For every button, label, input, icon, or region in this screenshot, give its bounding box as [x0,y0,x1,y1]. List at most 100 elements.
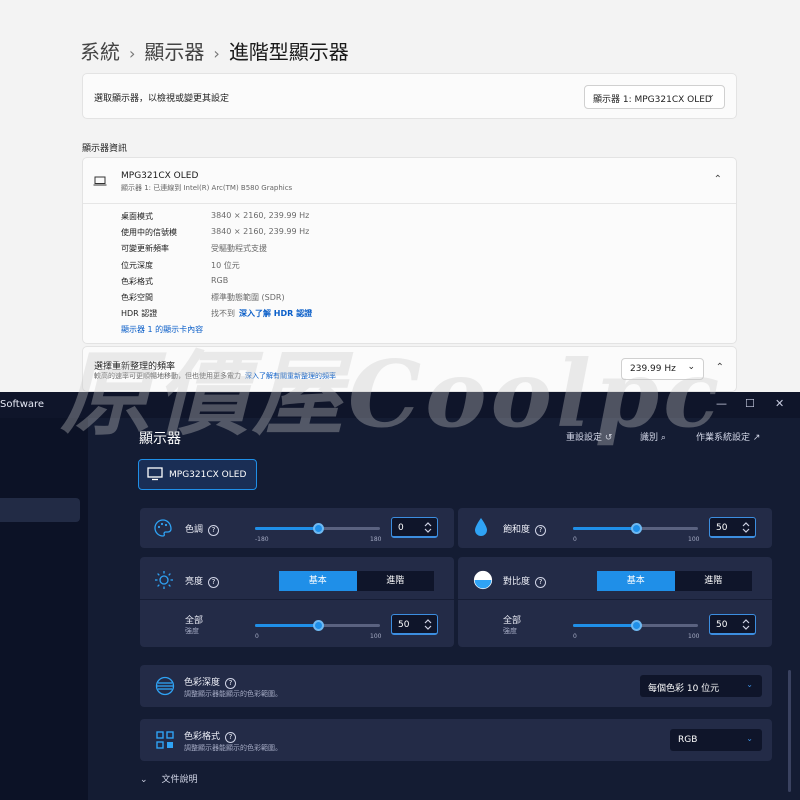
contrast-max: 100 [688,633,700,640]
search-icon: ⌕ [660,433,666,443]
brightness-slider-knob[interactable] [312,620,324,631]
monitor-select-button[interactable]: MPG321CX OLED [138,459,257,490]
info-value: 受驅動程式支援 [211,244,267,254]
help-icon[interactable]: ? [535,525,547,536]
info-value: 找不到 深入了解 HDR 認證 [211,308,312,324]
color-format-panel: 色彩格式? 調整顯示器能顯示的色彩範圍。 RGB ⌄ [140,719,772,761]
color-depth-icon [155,676,175,696]
color-depth-label-text: 色彩深度 [184,678,221,688]
help-icon[interactable]: ? [208,525,220,536]
info-value: 3840 × 2160, 239.99 Hz [211,227,310,237]
minimize-button[interactable]: — [716,397,727,410]
select-display-card: 選取顯示器，以檢視或變更其設定 顯示器 1: MPG321CX OLED ⌄ [82,73,737,119]
hdr-learn-more-link[interactable]: 深入了解 HDR 認證 [239,309,312,318]
spinner-icon[interactable] [423,521,433,534]
spinner-icon[interactable] [741,618,751,631]
reset-settings-button[interactable]: 重設設定 ↺ [566,430,612,443]
maximize-button[interactable]: ☐ [745,397,755,410]
scrollbar[interactable] [788,670,791,792]
saturation-value-input[interactable]: 50 [709,517,756,538]
refresh-rate-desc: 較高的速率可更順暢地移動，但也使用更多電力 深入了解有關重新整理的頻率 [94,371,336,381]
tab-advanced[interactable]: 進階 [674,571,752,591]
help-icon[interactable]: ? [225,678,237,689]
info-key: 可變更新頻率 [121,244,169,254]
select-display-label: 選取顯示器，以檢視或變更其設定 [94,94,230,104]
chevron-up-icon[interactable]: ⌃ [714,174,722,185]
monitor-name: MPG321CX OLED [169,470,247,480]
color-depth-panel: 色彩深度? 調整顯示器能顯示的色彩範圍。 每個色彩 10 位元 ⌄ [140,665,772,707]
info-row: 桌面模式 3840 × 2160, 239.99 Hz [121,211,312,227]
display-info-header[interactable]: MPG321CX OLED 顯示器 1: 已連線到 Intel(R) Arc(T… [83,158,736,204]
contrast-icon [473,570,493,590]
color-depth-desc: 調整顯示器能顯示的色彩範圍。 [184,690,282,698]
chevron-down-icon: ⌄ [746,734,753,743]
info-value: RGB [211,275,229,285]
spinner-icon[interactable] [423,618,433,631]
grid-icon [156,731,174,749]
contrast-label-text: 對比度 [503,577,531,587]
info-key: 使用中的信號模 [121,228,177,238]
display-software-window: Software — ☐ ✕ 顯示器 重設設定 ↺ 識別 ⌕ 作業系統設定 ↗ … [0,392,800,800]
contrast-min: 0 [573,633,577,640]
tab-basic[interactable]: 基本 [597,571,675,591]
brightness-slider[interactable] [255,620,380,631]
os-settings-button[interactable]: 作業系統設定 ↗ [696,430,760,443]
contrast-slider-knob[interactable] [630,620,642,631]
color-format-desc: 調整顯示器能顯示的色彩範圍。 [184,744,282,752]
chevron-up-icon[interactable]: ⌃ [716,362,724,373]
saturation-slider[interactable] [573,523,698,534]
adapter-properties-link[interactable]: 顯示器 1 的顯示卡內容 [121,324,203,335]
tab-advanced[interactable]: 進階 [356,571,434,591]
contrast-label: 對比度? [503,574,547,588]
color-format-label: 色彩格式? [184,729,237,743]
saturation-max: 100 [688,536,700,543]
hdr-value: 找不到 [211,309,235,319]
hue-label: 色調? [185,522,220,536]
info-row: 可變更新頻率 受驅動程式支援 [121,243,312,259]
refresh-rate-learn-link[interactable]: 深入了解有關重新整理的頻率 [245,372,336,380]
chevron-down-icon: ⌄ [687,362,695,372]
breadcrumb-display[interactable]: 顯示器 [144,40,204,64]
contrast-slider[interactable] [573,620,698,631]
hue-value-input[interactable]: 0 [391,517,438,538]
color-depth-value: 每個色彩 10 位元 [648,684,720,694]
documentation-expander[interactable]: ⌄ 文件說明 [140,772,198,785]
color-depth-dropdown[interactable]: 每個色彩 10 位元 ⌄ [640,675,762,697]
breadcrumb-system[interactable]: 系統 [80,40,120,64]
spinner-icon[interactable] [741,521,751,534]
reset-label: 重設設定 [566,433,603,443]
display-select-dropdown[interactable]: 顯示器 1: MPG321CX OLED ⌄ [584,85,725,109]
contrast-sub-label2: 強度 [503,627,517,635]
chevron-down-icon: ⌄ [707,90,715,100]
help-icon[interactable]: ? [535,577,547,588]
hue-min: -180 [255,536,269,543]
info-value: 3840 × 2160, 239.99 Hz [211,211,310,220]
brightness-min: 0 [255,633,259,640]
contrast-value-input[interactable]: 50 [709,614,756,635]
brightness-panel: 亮度? 基本 進階 全部 強度 0 100 50 [140,557,454,647]
brightness-value-input[interactable]: 50 [391,614,438,635]
info-value: 10 位元 [211,260,240,270]
hue-slider[interactable] [255,523,380,534]
reset-icon: ↺ [604,433,613,443]
nav-item-selected[interactable] [0,498,80,522]
info-row: 色彩空間 標準動態範圍 (SDR) [121,292,312,308]
hue-label-text: 色調 [185,525,204,535]
brightness-label: 亮度? [185,574,220,588]
info-key: 色彩格式 [121,276,153,286]
brightness-label-text: 亮度 [185,577,204,587]
tab-basic[interactable]: 基本 [279,571,357,591]
brightness-sub-label2: 強度 [185,627,199,635]
refresh-rate-dropdown[interactable]: 239.99 Hz ⌄ [621,358,704,380]
os-settings-label: 作業系統設定 [696,433,751,443]
saturation-slider-knob[interactable] [630,523,642,534]
info-key: HDR 認證 [121,309,158,319]
help-icon[interactable]: ? [225,732,237,743]
close-button[interactable]: ✕ [775,397,784,410]
left-navigation [0,418,88,800]
help-icon[interactable]: ? [208,577,220,588]
identify-button[interactable]: 識別 ⌕ [640,430,666,443]
hue-slider-knob[interactable] [312,523,324,534]
identify-label: 識別 [640,433,659,443]
color-format-dropdown[interactable]: RGB ⌄ [670,729,762,751]
